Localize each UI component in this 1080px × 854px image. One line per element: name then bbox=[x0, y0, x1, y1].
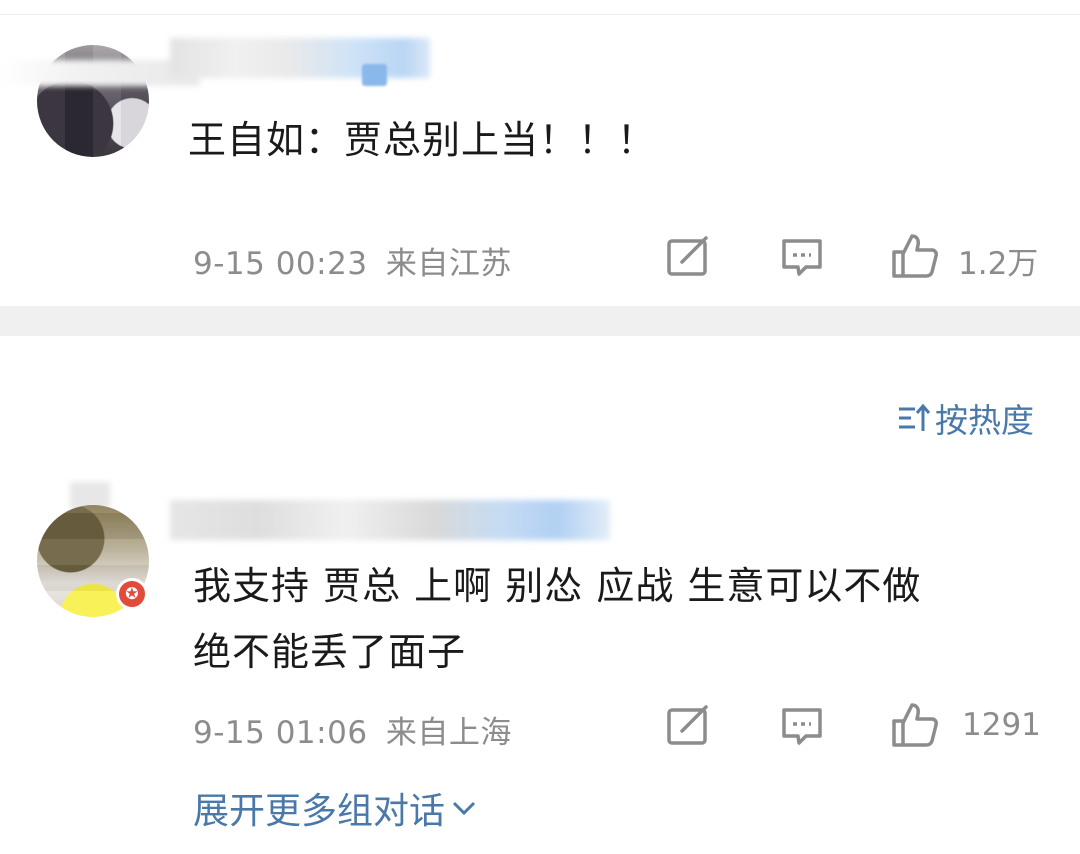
like-icon[interactable] bbox=[890, 701, 940, 749]
comment-date: 9-15 01:06 bbox=[193, 715, 368, 751]
comment-text-line-1: 我支持 贾总 上啊 别怂 应战 生意可以不做 bbox=[193, 564, 922, 608]
like-count: 1.2万 bbox=[958, 246, 1039, 282]
repost-icon[interactable] bbox=[666, 236, 712, 278]
comment-date: 9-15 00:23 bbox=[193, 246, 368, 282]
comment-meta: 9-15 01:06 来自上海 bbox=[193, 707, 512, 752]
comment-icon[interactable] bbox=[780, 706, 824, 748]
comment-text: 王自如：贾总别上当！！！ bbox=[188, 118, 657, 162]
top-divider bbox=[0, 14, 1080, 15]
sort-by-popularity-button[interactable]: 按热度 bbox=[897, 394, 1034, 442]
blurred-username[interactable] bbox=[170, 38, 430, 78]
expand-label: 展开更多组对话 bbox=[193, 791, 446, 832]
comment-location: 来自上海 bbox=[385, 715, 512, 751]
blurred-user-badge bbox=[362, 64, 387, 86]
comment-location: 来自江苏 bbox=[385, 246, 512, 282]
verified-badge-icon: ✪ bbox=[116, 578, 148, 610]
repost-icon[interactable] bbox=[666, 705, 712, 747]
comment-meta: 9-15 00:23 来自江苏 bbox=[193, 238, 512, 283]
sort-icon bbox=[899, 403, 931, 431]
comment-text-line-2: 绝不能丢了面子 bbox=[193, 630, 467, 674]
like-icon[interactable] bbox=[890, 232, 940, 280]
section-divider bbox=[0, 306, 1080, 336]
blurred-username[interactable] bbox=[170, 500, 610, 540]
like-count: 1291 bbox=[962, 707, 1041, 743]
expand-more-conversations-link[interactable]: 展开更多组对话 bbox=[193, 782, 477, 834]
chevron-down-icon bbox=[452, 801, 476, 816]
sort-label: 按热度 bbox=[935, 401, 1034, 440]
comment-icon[interactable] bbox=[780, 237, 824, 279]
